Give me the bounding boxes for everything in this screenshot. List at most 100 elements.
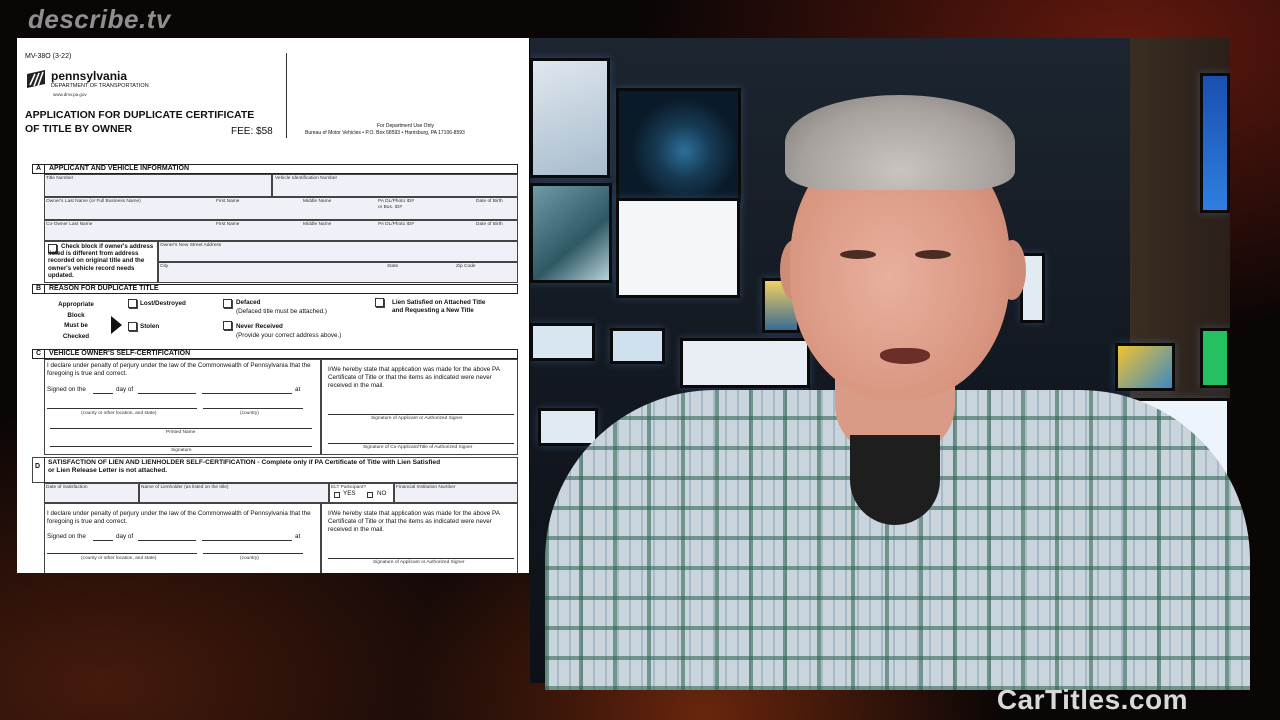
county-caption: (county or other location, and state) [81, 556, 157, 561]
section-letter: B [33, 285, 45, 293]
day-input[interactable] [93, 393, 113, 394]
field-label: Co-Owner Last Name [46, 222, 93, 227]
field-label: Date of Satisfaction [46, 485, 88, 490]
year-input[interactable] [202, 393, 292, 394]
website: www.dmv.pa.gov [53, 92, 87, 97]
brand-name: pennsylvania [51, 69, 128, 83]
field-label: PA DL/Photo ID# [378, 199, 414, 204]
month-input[interactable] [138, 393, 196, 394]
section-letter: D [35, 463, 41, 470]
at-label: at [295, 386, 301, 393]
hair [785, 95, 1015, 190]
signed-on-label: Signed on the [47, 533, 86, 540]
day-of-label: day of [116, 533, 134, 540]
stolen-label: Stolen [140, 323, 160, 330]
defaced-note: (Defaced title must be attached.) [236, 308, 328, 315]
field-label: Owner's Last Name (or Full Business Name… [46, 199, 141, 204]
eye [840, 250, 876, 259]
lien-line: and Requesting a New Title [392, 307, 474, 314]
applicant-signature-input[interactable] [328, 414, 514, 415]
section-title: REASON FOR DUPLICATE TITLE [49, 285, 159, 292]
signature-caption: Signature [171, 448, 192, 453]
coapplicant-signature-input[interactable] [328, 443, 514, 444]
yes-checkbox[interactable] [334, 492, 340, 498]
coapplicant-signature-caption: Signature of Co-Applicant/Title of Autho… [363, 445, 473, 450]
lien-satisfied-checkbox[interactable] [375, 298, 384, 307]
section-c-header: C VEHICLE OWNER'S SELF-CERTIFICATION [32, 349, 518, 359]
field-label: Date of Birth [476, 199, 503, 204]
instruction-line: Must be [64, 322, 88, 329]
country-input[interactable] [203, 553, 303, 554]
declaration-text: I declare under penalty of perjury under… [47, 362, 311, 377]
section-b-header: B REASON FOR DUPLICATE TITLE [32, 284, 518, 294]
field-label: First Name [216, 222, 240, 227]
year-input[interactable] [202, 540, 292, 541]
penndot-logo-icon [27, 70, 45, 88]
section-title: APPLICANT AND VEHICLE INFORMATION [49, 165, 189, 172]
stolen-checkbox[interactable] [128, 322, 137, 331]
declaration-text: I declare under penalty of perjury under… [47, 510, 311, 525]
never-received-note: (Provide your correct address above.) [236, 332, 342, 339]
section-title-rest: - Complete only if PA Certificate of Tit… [255, 459, 441, 466]
form-document: MV-38O (3-22) pennsylvania DEPARTMENT OF… [17, 38, 529, 573]
eye [915, 250, 951, 259]
applicant-signature-caption: Signature of Applicant or Authorized Sig… [373, 560, 465, 565]
yes-label: YES [343, 490, 356, 497]
section-letter: C [33, 350, 45, 358]
field-label: or Bus. ID# [378, 205, 402, 210]
lost-label: Lost/Destroyed [140, 300, 186, 307]
coowner-name-row[interactable] [44, 220, 518, 241]
no-checkbox[interactable] [367, 492, 373, 498]
field-label: Middle Name [303, 222, 332, 227]
field-label: Title Number [46, 176, 74, 181]
country-caption: (country) [240, 411, 259, 416]
section-a-header: A APPLICANT AND VEHICLE INFORMATION [32, 164, 518, 174]
department-name: DEPARTMENT OF TRANSPORTATION [51, 83, 149, 89]
field-label: First Name [216, 199, 240, 204]
never-received-label: Never Received [236, 323, 283, 330]
printed-name-caption: Printed Name [166, 430, 196, 435]
field-label: Owner's New Street Address [160, 243, 222, 248]
section-divider [44, 457, 45, 483]
mouth [880, 348, 930, 364]
lost-checkbox[interactable] [128, 299, 137, 308]
instruction-line: Checked [62, 332, 90, 340]
title-number-field[interactable] [44, 174, 272, 197]
location-input[interactable] [47, 408, 197, 409]
section-letter: A [33, 165, 45, 173]
section-title: SATISFACTION OF LIEN AND LIENHOLDER SELF… [48, 459, 256, 466]
lien-satisfied-label: Lien Satisfied on Attached Title and Req… [392, 299, 485, 315]
instruction-line: Appropriate [58, 301, 94, 308]
field-label: State [387, 264, 399, 269]
day-input[interactable] [93, 540, 113, 541]
field-label: Vehicle Identification Number [275, 176, 338, 181]
defaced-label: Defaced [236, 299, 261, 306]
form-title-line1: APPLICATION FOR DUPLICATE CERTIFICATE [25, 109, 255, 121]
field-label: City [160, 264, 169, 269]
signature-input[interactable] [50, 446, 312, 447]
applicant-signature-input[interactable] [328, 558, 514, 559]
undershirt [850, 435, 940, 525]
form-number: MV-38O (3-22) [25, 53, 72, 60]
signed-on-label: Signed on the [47, 386, 86, 393]
bureau-address: Bureau of Motor Vehicles • P.O. Box 6859… [305, 130, 465, 136]
field-label: Zip Code [456, 264, 476, 269]
defaced-checkbox[interactable] [223, 299, 232, 308]
field-label: Name of Lienholder (as listed on the tit… [141, 485, 229, 490]
never-received-checkbox[interactable] [223, 321, 232, 330]
location-input[interactable] [47, 553, 197, 554]
presenter [545, 90, 1250, 690]
month-input[interactable] [138, 540, 196, 541]
county-caption: (county or other location, and state) [81, 411, 157, 416]
country-caption: (country) [240, 556, 259, 561]
watermark: describe.tv [28, 4, 171, 34]
lien-line: Lien Satisfied on Attached Title [392, 299, 486, 306]
field-label: Financial Institution Number [396, 485, 456, 490]
section-title-line2: or Lien Release Letter is not attached. [48, 467, 168, 474]
field-label: Middle Name [303, 199, 332, 204]
site-name: CarTitles.com [996, 684, 1188, 715]
instruction: Appropriate Block Must be Checked [45, 300, 107, 342]
country-input[interactable] [203, 408, 303, 409]
printed-name-input[interactable] [50, 428, 312, 429]
instruction-line: Block [67, 311, 85, 319]
